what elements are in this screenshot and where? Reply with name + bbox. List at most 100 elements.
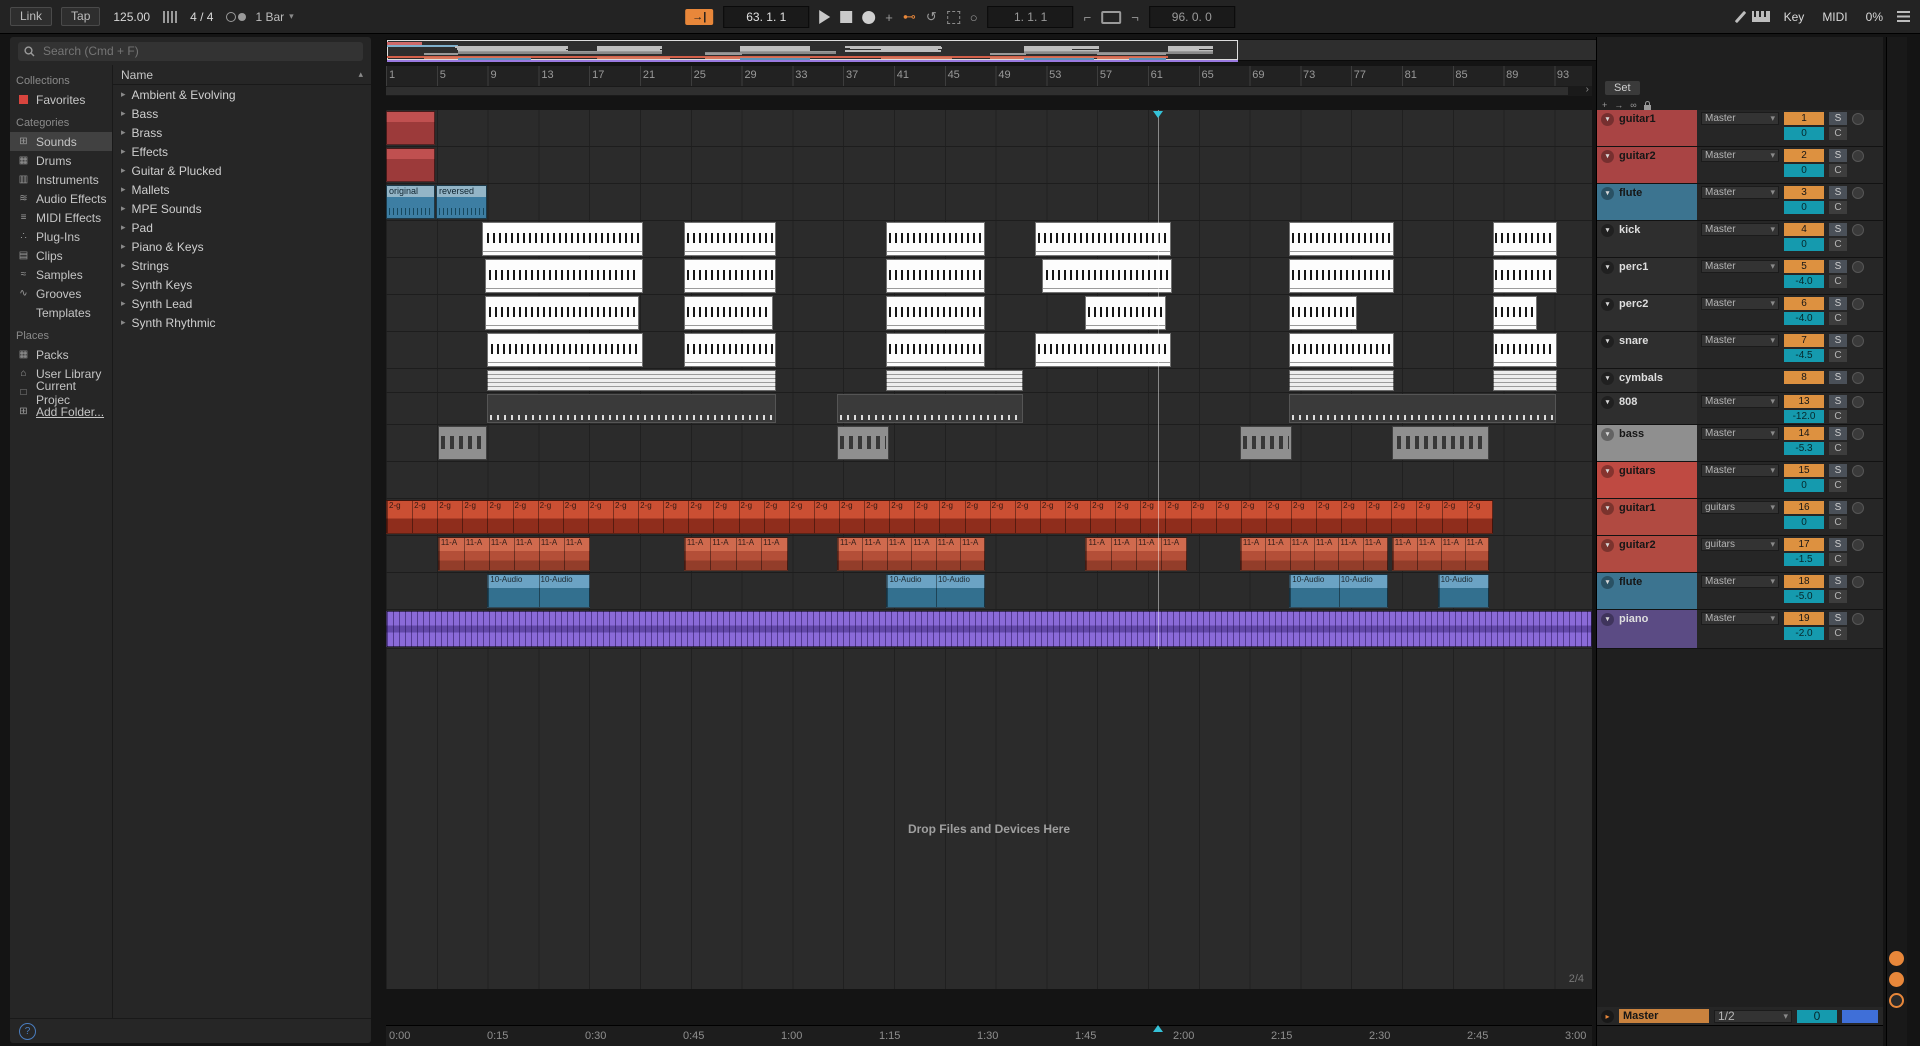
midi-map-button[interactable]: MIDI [1818, 8, 1851, 26]
clip[interactable] [1289, 222, 1395, 256]
midi-channel-badge[interactable]: 18 [1784, 575, 1824, 588]
nudge-icon[interactable] [163, 10, 178, 23]
solo-button[interactable]: S [1829, 371, 1847, 384]
list-item-pad[interactable]: ▸ Pad [113, 218, 371, 237]
track-fold-icon[interactable]: ▾ [1601, 396, 1614, 409]
arm-button[interactable] [1852, 371, 1864, 384]
insert-marker-icon[interactable] [1152, 111, 1163, 118]
clip[interactable] [1391, 426, 1490, 460]
track-name-cell[interactable]: ▾ perc1 [1597, 258, 1697, 294]
arm-button[interactable] [1852, 149, 1864, 162]
list-item-ambient-evolving[interactable]: ▸ Ambient & Evolving [113, 85, 371, 104]
sidebar-item-current-projec[interactable]: □ Current Projec [10, 379, 112, 407]
track-fold-icon[interactable]: ▾ [1601, 187, 1614, 200]
output-routing-select[interactable]: Master ▾ [1701, 112, 1779, 125]
draw-mode-icon[interactable] [1734, 10, 1746, 23]
list-item-brass[interactable]: ▸ Brass [113, 123, 371, 142]
arrangement-position-display[interactable]: 63. 1. 1 [723, 6, 810, 28]
midi-channel-badge[interactable]: 14 [1784, 427, 1824, 440]
list-item-synth-lead[interactable]: ▸ Synth Lead [113, 294, 371, 313]
pan-value[interactable]: C [1829, 410, 1847, 423]
output-routing-select[interactable]: Master ▾ [1701, 334, 1779, 347]
clip-reversed[interactable]: reversed [436, 185, 487, 219]
track-name-cell[interactable]: ▾ bass [1597, 425, 1697, 461]
arm-button[interactable] [1852, 501, 1864, 514]
output-routing-select[interactable]: Master ▾ [1701, 223, 1779, 236]
solo-button[interactable]: S [1829, 575, 1847, 588]
arm-button[interactable] [1852, 223, 1864, 236]
solo-button[interactable]: S [1829, 395, 1847, 408]
track-name-cell[interactable]: ▾ guitars [1597, 462, 1697, 498]
list-item-piano-keys[interactable]: ▸ Piano & Keys [113, 237, 371, 256]
volume-value[interactable]: 0 [1784, 238, 1824, 251]
track-fold-icon[interactable]: ▾ [1601, 576, 1614, 589]
solo-button[interactable]: S [1829, 186, 1847, 199]
browser-list-header[interactable]: Name ▴ [113, 65, 371, 85]
master-track-name[interactable]: Master [1619, 1009, 1709, 1023]
record-button[interactable] [862, 10, 876, 24]
clip[interactable] [837, 426, 889, 460]
midi-status-icon[interactable] [1889, 972, 1904, 987]
clip[interactable] [1034, 333, 1172, 367]
punch-in-button[interactable]: ⌐ [1084, 10, 1092, 25]
volume-value[interactable]: -12.0 [1784, 410, 1824, 423]
scroll-right-icon[interactable]: › [1586, 84, 1589, 95]
arm-button[interactable] [1852, 464, 1864, 477]
pan-value[interactable]: C [1829, 164, 1847, 177]
midi-channel-badge[interactable]: 4 [1784, 223, 1824, 236]
cpu-meter[interactable]: 0% [1862, 8, 1887, 26]
clip[interactable] [683, 259, 776, 293]
list-item-mpe-sounds[interactable]: ▸ MPE Sounds [113, 199, 371, 218]
arm-button[interactable] [1852, 395, 1864, 408]
master-routing-select[interactable]: 1/2 ▾ [1714, 1009, 1792, 1023]
clip[interactable] [1289, 333, 1395, 367]
volume-value[interactable]: -5.3 [1784, 442, 1824, 455]
volume-value[interactable]: -1.5 [1784, 553, 1824, 566]
output-routing-select[interactable]: Master ▾ [1701, 464, 1779, 477]
time-signature-display[interactable]: 4 / 4 [186, 8, 217, 26]
loop-length-display[interactable]: 96. 0. 0 [1148, 6, 1235, 28]
arm-button[interactable] [1852, 575, 1864, 588]
arm-button[interactable] [1852, 112, 1864, 125]
track-name-cell[interactable]: ▾ snare [1597, 332, 1697, 368]
loop-start-display[interactable]: 1. 1. 1 [987, 6, 1074, 28]
sidebar-item-favorites[interactable]: Favorites [10, 90, 112, 109]
midi-channel-badge[interactable]: 13 [1784, 395, 1824, 408]
key-map-button[interactable]: Key [1780, 8, 1809, 26]
clip-11-a[interactable]: 11-A 11-A 11-A 11-A 11-A 11-A [1239, 537, 1389, 571]
output-routing-select[interactable]: Master ▾ [1701, 612, 1779, 625]
pan-value[interactable]: C [1829, 442, 1847, 455]
list-item-guitar-plucked[interactable]: ▸ Guitar & Plucked [113, 161, 371, 180]
track-fold-icon[interactable]: ▾ [1601, 224, 1614, 237]
track-name-cell[interactable]: ▾ cymbals [1597, 369, 1697, 392]
track-name-cell[interactable]: ▾ guitar2 [1597, 147, 1697, 183]
sidebar-item-audio-effects[interactable]: ≋ Audio Effects [10, 189, 112, 208]
capture-midi-button[interactable] [946, 10, 960, 24]
list-item-synth-keys[interactable]: ▸ Synth Keys [113, 275, 371, 294]
clip[interactable] [1493, 222, 1557, 256]
search-input[interactable] [41, 43, 357, 59]
output-routing-select[interactable]: guitars ▾ [1701, 501, 1779, 514]
pan-value[interactable]: C [1829, 201, 1847, 214]
clip[interactable] [683, 333, 776, 367]
pan-value[interactable]: C [1829, 275, 1847, 288]
clip-2-g[interactable]: 2-g 2-g 2-g 2-g 2-g 2-g 2-g 2-g 2-g 2-g 2-g 2-g 2-g 2… [386, 500, 1494, 534]
master-cue-box[interactable] [1842, 1009, 1878, 1023]
track-fold-icon[interactable]: ▾ [1601, 113, 1614, 126]
automation-arm-button[interactable]: ⊷ [903, 9, 916, 25]
clip[interactable] [484, 296, 640, 330]
scrollbar-thumb[interactable] [386, 87, 1568, 95]
clip[interactable] [1042, 259, 1173, 293]
computer-midi-keyboard-icon[interactable] [1751, 11, 1770, 22]
output-routing-select[interactable]: Master ▾ [1701, 149, 1779, 162]
sidebar-item-samples[interactable]: ≈ Samples [10, 265, 112, 284]
track-fold-icon[interactable]: ▾ [1601, 428, 1614, 441]
metronome-button[interactable] [226, 11, 247, 22]
track-fold-icon[interactable]: ▾ [1601, 465, 1614, 478]
volume-value[interactable]: -4.0 [1784, 275, 1824, 288]
clip[interactable] [484, 259, 643, 293]
sidebar-item-sounds[interactable]: ⊞ Sounds [10, 132, 112, 151]
clip-11-a[interactable]: 11-A 11-A 11-A 11-A [1391, 537, 1490, 571]
clip-11-a[interactable]: 11-A 11-A 11-A 11-A [1085, 537, 1187, 571]
loop-button[interactable] [1101, 10, 1122, 24]
